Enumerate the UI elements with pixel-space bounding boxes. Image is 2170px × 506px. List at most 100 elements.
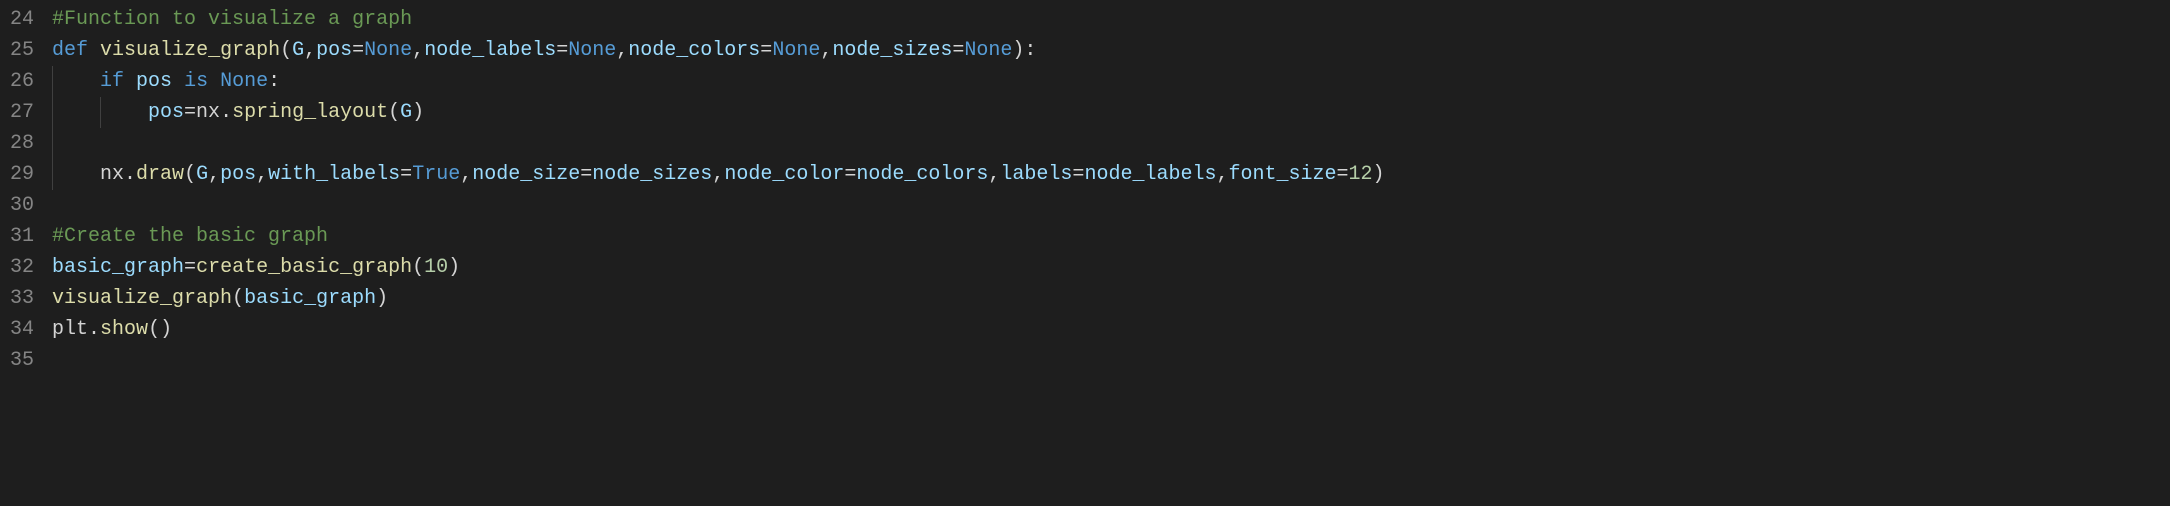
- punct-token: :: [268, 66, 280, 97]
- code-line[interactable]: plt.show(): [52, 314, 2170, 345]
- keyword-token: if: [100, 66, 124, 97]
- line-number: 27: [10, 97, 34, 128]
- space: [208, 66, 220, 97]
- function-name-token: visualize_graph: [52, 283, 232, 314]
- var-token: node_labels: [1084, 159, 1216, 190]
- line-number: 32: [10, 252, 34, 283]
- punct-token: (: [232, 283, 244, 314]
- op-token: =: [580, 159, 592, 190]
- arg-token: G: [400, 97, 412, 128]
- line-number: 33: [10, 283, 34, 314]
- kwarg-name-token: node_color: [724, 159, 844, 190]
- var-token: pos: [148, 97, 184, 128]
- punct-token: ): [412, 97, 424, 128]
- punct-token: (): [148, 314, 172, 345]
- punct-token: ,: [616, 35, 628, 66]
- code-editor[interactable]: 24 25 26 27 28 29 30 31 32 33 34 35 #Fun…: [0, 0, 2170, 380]
- const-token: True: [412, 159, 460, 190]
- indent-guide: [52, 159, 64, 190]
- op-token: =: [400, 159, 412, 190]
- op-token: =: [352, 35, 364, 66]
- op-token: =: [1072, 159, 1084, 190]
- op-token: =: [1337, 159, 1349, 190]
- object-token: nx: [196, 97, 220, 128]
- kwarg-name-token: font_size: [1228, 159, 1336, 190]
- line-number: 29: [10, 159, 34, 190]
- punct-token: ,: [256, 159, 268, 190]
- const-token: None: [964, 35, 1012, 66]
- indent-guide: [52, 128, 64, 159]
- var-token: node_sizes: [592, 159, 712, 190]
- code-line[interactable]: [52, 190, 2170, 221]
- code-line[interactable]: basic_graph = create_basic_graph(10): [52, 252, 2170, 283]
- line-number: 35: [10, 345, 34, 376]
- code-line[interactable]: #Function to visualize a graph: [52, 4, 2170, 35]
- kwarg-name-token: node_size: [472, 159, 580, 190]
- indent-guide: [52, 66, 64, 97]
- const-token: None: [220, 66, 268, 97]
- function-name-token: spring_layout: [232, 97, 388, 128]
- code-line[interactable]: pos = nx.spring_layout(G): [52, 97, 2170, 128]
- op-token: =: [556, 35, 568, 66]
- op-token: =: [184, 252, 196, 283]
- op-token: =: [844, 159, 856, 190]
- code-line[interactable]: if pos is None:: [52, 66, 2170, 97]
- kwarg-name-token: labels: [1000, 159, 1072, 190]
- code-line[interactable]: def visualize_graph(G, pos=None, node_la…: [52, 35, 2170, 66]
- code-line[interactable]: nx.draw(G, pos, with_labels=True, node_s…: [52, 159, 2170, 190]
- line-number: 30: [10, 190, 34, 221]
- arg-token: basic_graph: [244, 283, 376, 314]
- op-token: =: [760, 35, 772, 66]
- const-token: None: [364, 35, 412, 66]
- keyword-token: def: [52, 35, 88, 66]
- code-line[interactable]: [52, 128, 2170, 159]
- op-token: =: [184, 97, 196, 128]
- arg-token: pos: [220, 159, 256, 190]
- punct-token: (: [412, 252, 424, 283]
- comment-token: #Function to visualize a graph: [52, 4, 412, 35]
- function-name-token: create_basic_graph: [196, 252, 412, 283]
- number-token: 10: [424, 252, 448, 283]
- punct-token: ,: [820, 35, 832, 66]
- code-line[interactable]: #Create the basic graph: [52, 221, 2170, 252]
- param-token: node_labels: [424, 35, 556, 66]
- code-area[interactable]: #Function to visualize a graph def visua…: [52, 4, 2170, 376]
- kwarg-name-token: with_labels: [268, 159, 400, 190]
- function-name-token: draw: [136, 159, 184, 190]
- space: [172, 66, 184, 97]
- op-token: =: [952, 35, 964, 66]
- punct-token: ,: [208, 159, 220, 190]
- const-token: None: [772, 35, 820, 66]
- line-number: 34: [10, 314, 34, 345]
- space: [88, 35, 100, 66]
- punct-token: .: [220, 97, 232, 128]
- punct-token: ):: [1012, 35, 1036, 66]
- arg-token: G: [196, 159, 208, 190]
- const-token: None: [568, 35, 616, 66]
- line-number: 28: [10, 128, 34, 159]
- code-line[interactable]: [52, 345, 2170, 376]
- indent-guide: [52, 97, 64, 128]
- number-token: 12: [1349, 159, 1373, 190]
- punct-token: .: [124, 159, 136, 190]
- param-token: G: [292, 35, 304, 66]
- object-token: plt: [52, 314, 88, 345]
- punct-token: ): [448, 252, 460, 283]
- line-number: 24: [10, 4, 34, 35]
- punct-token: ,: [304, 35, 316, 66]
- punct-token: ): [1373, 159, 1385, 190]
- punct-token: ,: [988, 159, 1000, 190]
- var-token: basic_graph: [52, 252, 184, 283]
- punct-token: ,: [712, 159, 724, 190]
- punct-token: ,: [412, 35, 424, 66]
- space: [124, 66, 136, 97]
- function-name-token: visualize_graph: [100, 35, 280, 66]
- punct-token: (: [388, 97, 400, 128]
- comment-token: #Create the basic graph: [52, 221, 328, 252]
- var-token: pos: [136, 66, 172, 97]
- param-token: node_colors: [628, 35, 760, 66]
- punct-token: (: [280, 35, 292, 66]
- code-line[interactable]: visualize_graph(basic_graph): [52, 283, 2170, 314]
- punct-token: .: [88, 314, 100, 345]
- param-token: node_sizes: [832, 35, 952, 66]
